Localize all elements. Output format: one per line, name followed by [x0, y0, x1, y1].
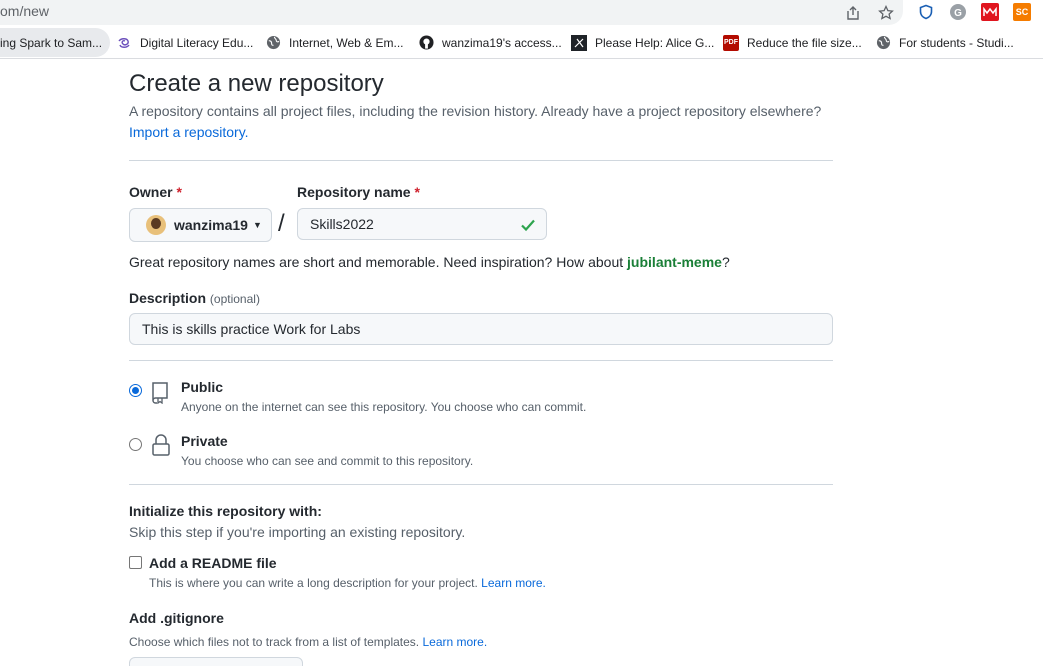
gitignore-template-select[interactable] — [129, 657, 303, 666]
url-text[interactable]: om/new — [0, 3, 49, 19]
repo-book-icon — [152, 382, 168, 404]
bookmarks-bar: ing Spark to Sam... Digital Literacy Edu… — [0, 28, 1043, 59]
github-icon — [418, 35, 434, 51]
required-mark: * — [414, 184, 420, 200]
bookmark-item[interactable]: Digital Literacy Edu... — [116, 28, 253, 57]
divider — [129, 160, 833, 161]
bookmark-label: Digital Literacy Edu... — [140, 35, 254, 50]
address-bar[interactable]: om/new — [0, 0, 903, 25]
description-value: This is skills practice Work for Labs — [142, 321, 361, 337]
share-icon[interactable] — [843, 3, 863, 23]
owner-value: wanzima19 — [174, 217, 248, 233]
bookmark-label: wanzima19's access... — [442, 35, 562, 50]
page-title: Create a new repository — [129, 70, 384, 97]
public-description: Anyone on the internet can see this repo… — [181, 400, 587, 414]
x-icon — [571, 34, 587, 51]
gitignore-description: Choose which files not to track from a l… — [129, 635, 487, 649]
description-label: Description (optional) — [129, 290, 260, 306]
bookmark-label: Internet, Web & Em... — [289, 35, 404, 50]
required-mark: * — [176, 184, 182, 200]
repo-name-label: Repository name * — [297, 184, 420, 200]
grammar-extension-icon[interactable]: G — [949, 3, 967, 21]
repo-name-value: Skills2022 — [310, 216, 374, 232]
owner-dropdown[interactable]: wanzima19 ▼ — [129, 208, 272, 242]
name-suggestion[interactable]: jubilant-meme — [627, 254, 722, 270]
page-subtitle: A repository contains all project files,… — [129, 103, 822, 119]
readme-checkbox[interactable] — [129, 556, 142, 569]
hint-text: Great repository names are short and mem… — [129, 254, 628, 270]
private-description: You choose who can see and commit to thi… — [181, 454, 474, 468]
bookmark-item[interactable]: ing Spark to Sam... — [0, 28, 111, 57]
readme-label[interactable]: Add a README file — [149, 555, 277, 571]
bookmark-item[interactable]: PDF Reduce the file size... — [723, 28, 862, 57]
bookmark-label: Reduce the file size... — [747, 35, 862, 50]
repo-name-label-text: Repository name — [297, 184, 411, 200]
gitignore-learn-more-link[interactable]: Learn more. — [422, 635, 487, 649]
lock-icon — [152, 434, 170, 456]
bookmark-label: For students - Studi... — [899, 35, 1014, 50]
pdf-icon: PDF — [723, 34, 739, 51]
public-title: Public — [181, 379, 224, 395]
hint-suffix: ? — [721, 254, 730, 270]
red-extension-icon[interactable] — [981, 3, 999, 21]
svg-text:G: G — [954, 8, 962, 19]
initialize-subtitle: Skip this step if you're importing an ex… — [129, 524, 466, 540]
import-repository-link[interactable]: Import a repository. — [129, 124, 249, 140]
bookmark-item[interactable]: For students - Studi... — [875, 28, 1014, 57]
spiral-icon — [116, 35, 132, 51]
private-title: Private — [181, 433, 228, 449]
bookmark-item[interactable]: Please Help: Alice G... — [571, 28, 714, 57]
readme-description-text: This is where you can write a long descr… — [149, 576, 478, 590]
star-bookmark-icon[interactable] — [876, 3, 896, 23]
owner-label-text: Owner — [129, 184, 173, 200]
bookmark-label: Please Help: Alice G... — [595, 35, 715, 50]
repo-name-input[interactable]: Skills2022 — [297, 208, 547, 240]
optional-tag: (optional) — [209, 292, 260, 306]
divider — [129, 484, 833, 485]
divider — [129, 360, 833, 361]
repo-name-hint: Great repository names are short and mem… — [129, 254, 730, 270]
private-radio[interactable] — [129, 438, 142, 451]
readme-description: This is where you can write a long descr… — [149, 576, 546, 590]
bookmark-item[interactable]: Internet, Web & Em... — [265, 28, 404, 57]
caret-down-icon: ▼ — [252, 220, 262, 230]
bookmark-label: ing Spark to Sam... — [0, 35, 103, 50]
owner-repo-separator: / — [278, 210, 285, 237]
avatar — [146, 215, 166, 235]
gitignore-title: Add .gitignore — [129, 610, 224, 626]
sc-extension-icon[interactable]: SC — [1013, 3, 1031, 21]
gitignore-description-text: Choose which files not to track from a l… — [129, 635, 420, 649]
bookmark-item[interactable]: wanzima19's access... — [418, 28, 562, 57]
description-input[interactable]: This is skills practice Work for Labs — [129, 313, 833, 345]
readme-learn-more-link[interactable]: Learn more. — [481, 576, 546, 590]
initialize-title: Initialize this repository with: — [129, 503, 322, 519]
owner-label: Owner * — [129, 184, 182, 200]
shield-extension-icon[interactable] — [917, 3, 935, 21]
description-label-text: Description — [129, 290, 207, 306]
globe-icon — [875, 35, 891, 51]
globe-icon — [265, 35, 281, 51]
check-icon — [521, 219, 535, 232]
public-radio[interactable] — [129, 384, 142, 397]
